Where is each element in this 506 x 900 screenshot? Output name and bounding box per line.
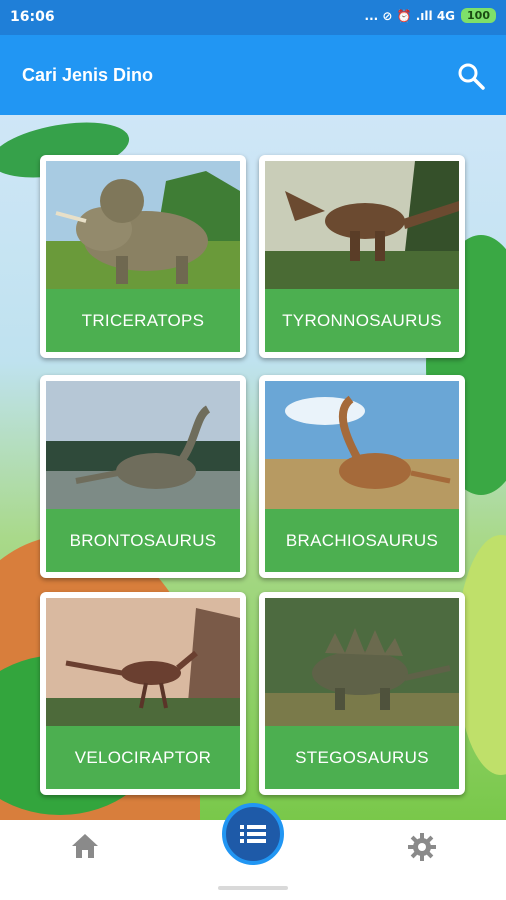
home-icon[interactable] (70, 832, 100, 860)
dino-grid: TRICERATOPS TYRONNOSAURUS BRONTOSAURUS B… (40, 155, 467, 795)
dino-label: TRICERATOPS (46, 289, 240, 352)
dino-card-tyrannosaurus[interactable]: TYRONNOSAURUS (259, 155, 465, 358)
app-bar: Cari Jenis Dino (0, 35, 506, 115)
dino-card-stegosaurus[interactable]: STEGOSAURUS (259, 592, 465, 795)
status-time: 16:06 (10, 9, 55, 25)
velociraptor-image (46, 598, 240, 726)
dino-card-triceratops[interactable]: TRICERATOPS (40, 155, 246, 358)
tyrannosaurus-image (265, 161, 459, 289)
page-title: Cari Jenis Dino (22, 65, 154, 85)
gesture-bar (218, 886, 288, 890)
brontosaurus-image (46, 381, 240, 509)
dino-card-brachiosaurus[interactable]: BRACHIOSAURUS (259, 375, 465, 578)
dino-label: VELOCIRAPTOR (46, 726, 240, 789)
brachiosaurus-image (265, 381, 459, 509)
dino-label: TYRONNOSAURUS (265, 289, 459, 352)
status-bar: 16:06 ... ⊘ ⏰ .ıll 4G 100 (0, 0, 506, 35)
battery-indicator: 100 (461, 8, 496, 23)
status-indicators: ... ⊘ ⏰ .ıll 4G (364, 8, 456, 23)
dino-label: BRACHIOSAURUS (265, 509, 459, 572)
triceratops-image (46, 161, 240, 289)
dino-label: STEGOSAURUS (265, 726, 459, 789)
list-icon[interactable] (222, 803, 284, 865)
dino-label: BRONTOSAURUS (46, 509, 240, 572)
status-icons: ... ⊘ ⏰ .ıll 4G 100 (365, 8, 496, 23)
stegosaurus-image (265, 598, 459, 726)
gear-icon[interactable] (407, 832, 437, 862)
search-icon[interactable] (456, 61, 486, 91)
dino-card-velociraptor[interactable]: VELOCIRAPTOR (40, 592, 246, 795)
dino-card-brontosaurus[interactable]: BRONTOSAURUS (40, 375, 246, 578)
